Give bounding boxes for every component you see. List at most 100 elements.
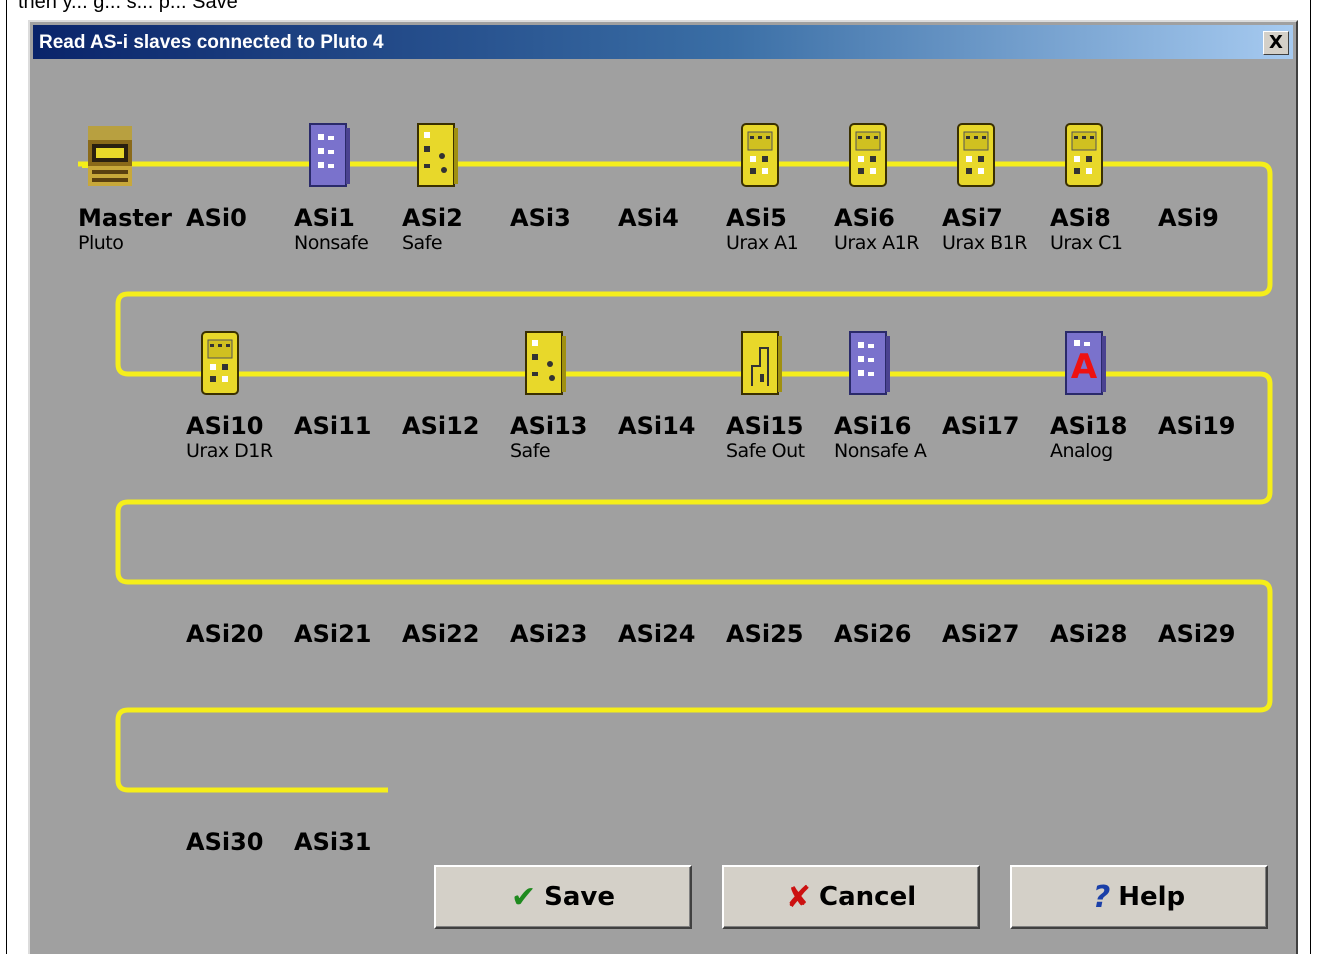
slot-name: ASi4 xyxy=(618,204,679,232)
slot-name: ASi16 xyxy=(834,412,912,440)
slot-name: ASi25 xyxy=(726,620,804,648)
slot-name: ASi1 xyxy=(294,204,355,232)
slot-asi19[interactable]: ASi19 xyxy=(1158,412,1266,440)
slot-name: ASi0 xyxy=(186,204,247,232)
slot-asi22[interactable]: ASi22 xyxy=(402,620,510,648)
asi8-urax-module-icon xyxy=(1065,123,1103,187)
slot-asi18[interactable]: ASi18 Analog xyxy=(1050,412,1158,462)
slot-name: ASi6 xyxy=(834,204,895,232)
slot-type: Urax A1R xyxy=(834,232,919,254)
slot-name: ASi22 xyxy=(402,620,480,648)
slot-asi2[interactable]: ASi2 Safe xyxy=(402,204,510,254)
slot-name: ASi15 xyxy=(726,412,804,440)
asi1-nonsafe-module-icon xyxy=(309,123,350,187)
slot-asi12[interactable]: ASi12 xyxy=(402,412,510,440)
slot-name: ASi13 xyxy=(510,412,588,440)
slot-asi6[interactable]: ASi6 Urax A1R xyxy=(834,204,942,254)
bus-path xyxy=(78,161,1273,793)
slot-type: Safe xyxy=(510,440,551,462)
asi7-urax-module-icon xyxy=(957,123,995,187)
slot-name: ASi2 xyxy=(402,204,463,232)
help-button[interactable]: ? Help xyxy=(1010,865,1268,929)
slot-asi29[interactable]: ASi29 xyxy=(1158,620,1266,648)
background-instruction-text: then y... g... s... p... Save xyxy=(18,0,238,13)
asi6-urax-module-icon xyxy=(849,123,887,187)
slot-name: ASi5 xyxy=(726,204,787,232)
save-button-label: Save xyxy=(544,882,615,912)
slot-type: Analog xyxy=(1050,440,1113,462)
slot-asi23[interactable]: ASi23 xyxy=(510,620,618,648)
slot-asi14[interactable]: ASi14 xyxy=(618,412,726,440)
slot-asi4[interactable]: ASi4 xyxy=(618,204,726,232)
slot-asi8[interactable]: ASi8 Urax C1 xyxy=(1050,204,1158,254)
slot-asi21[interactable]: ASi21 xyxy=(294,620,402,648)
slot-asi9[interactable]: ASi9 xyxy=(1158,204,1266,232)
page-border-right xyxy=(1310,0,1311,954)
slot-name: ASi23 xyxy=(510,620,588,648)
slot-asi24[interactable]: ASi24 xyxy=(618,620,726,648)
slot-type: Urax D1R xyxy=(186,440,273,462)
slot-name: ASi17 xyxy=(942,412,1020,440)
read-asi-slaves-dialog: Read AS-i slaves connected to Pluto 4 X xyxy=(28,20,1298,954)
slot-name: ASi14 xyxy=(618,412,696,440)
asi13-safe-module-icon xyxy=(525,331,566,395)
slot-type: Urax B1R xyxy=(942,232,1027,254)
slot-asi27[interactable]: ASi27 xyxy=(942,620,1050,648)
slot-name: ASi20 xyxy=(186,620,264,648)
slot-asi7[interactable]: ASi7 Urax B1R xyxy=(942,204,1050,254)
checkmark-icon: ✔ xyxy=(511,879,537,915)
slot-name: ASi10 xyxy=(186,412,264,440)
slot-name: ASi29 xyxy=(1158,620,1236,648)
pluto-master-module-icon xyxy=(82,126,132,186)
slot-name: ASi7 xyxy=(942,204,1003,232)
slot-name: Master xyxy=(78,204,172,232)
slot-name: ASi18 xyxy=(1050,412,1128,440)
slot-name: ASi21 xyxy=(294,620,372,648)
slot-name: ASi8 xyxy=(1050,204,1111,232)
slot-asi30[interactable]: ASi30 xyxy=(186,828,294,856)
question-mark-icon: ? xyxy=(1092,879,1111,915)
slot-type: Urax C1 xyxy=(1050,232,1123,254)
help-button-label: Help xyxy=(1118,882,1186,912)
slot-asi25[interactable]: ASi25 xyxy=(726,620,834,648)
slot-name: ASi3 xyxy=(510,204,571,232)
slot-master[interactable]: Master Pluto xyxy=(78,204,186,254)
asi10-urax-module-icon xyxy=(201,331,239,395)
slot-type: Nonsafe xyxy=(294,232,369,254)
cancel-button-label: Cancel xyxy=(819,882,917,912)
slot-name: ASi12 xyxy=(402,412,480,440)
slot-asi0[interactable]: ASi0 xyxy=(186,204,294,232)
slot-asi3[interactable]: ASi3 xyxy=(510,204,618,232)
slot-asi1[interactable]: ASi1 Nonsafe xyxy=(294,204,402,254)
slot-name: ASi24 xyxy=(618,620,696,648)
cancel-button[interactable]: ✘ Cancel xyxy=(722,865,980,929)
slot-name: ASi26 xyxy=(834,620,912,648)
svg-text:A: A xyxy=(1071,347,1098,387)
slot-asi26[interactable]: ASi26 xyxy=(834,620,942,648)
slot-name: ASi9 xyxy=(1158,204,1219,232)
slot-asi16[interactable]: ASi16 Nonsafe A xyxy=(834,412,942,462)
asi5-urax-module-icon xyxy=(741,123,779,187)
slot-asi13[interactable]: ASi13 Safe xyxy=(510,412,618,462)
slot-asi20[interactable]: ASi20 xyxy=(186,620,294,648)
slot-asi17[interactable]: ASi17 xyxy=(942,412,1050,440)
slot-type: Pluto xyxy=(78,232,124,254)
red-x-icon: ✘ xyxy=(785,879,812,915)
slot-name: ASi11 xyxy=(294,412,372,440)
slot-asi28[interactable]: ASi28 xyxy=(1050,620,1158,648)
slot-asi10[interactable]: ASi10 Urax D1R xyxy=(186,412,294,462)
slot-name: ASi19 xyxy=(1158,412,1236,440)
asi18-analog-module-icon: A xyxy=(1065,331,1106,395)
slot-asi5[interactable]: ASi5 Urax A1 xyxy=(726,204,834,254)
slot-name: ASi27 xyxy=(942,620,1020,648)
slot-name: ASi31 xyxy=(294,828,372,856)
slot-asi11[interactable]: ASi11 xyxy=(294,412,402,440)
slot-type: Urax A1 xyxy=(726,232,799,254)
slot-asi31[interactable]: ASi31 xyxy=(294,828,402,856)
slot-name: ASi28 xyxy=(1050,620,1128,648)
save-button[interactable]: ✔ Save xyxy=(434,865,692,929)
slot-name: ASi30 xyxy=(186,828,264,856)
slot-type: Safe Out xyxy=(726,440,805,462)
asi16-nonsafe-module-icon xyxy=(849,331,890,395)
slot-asi15[interactable]: ASi15 Safe Out xyxy=(726,412,834,462)
